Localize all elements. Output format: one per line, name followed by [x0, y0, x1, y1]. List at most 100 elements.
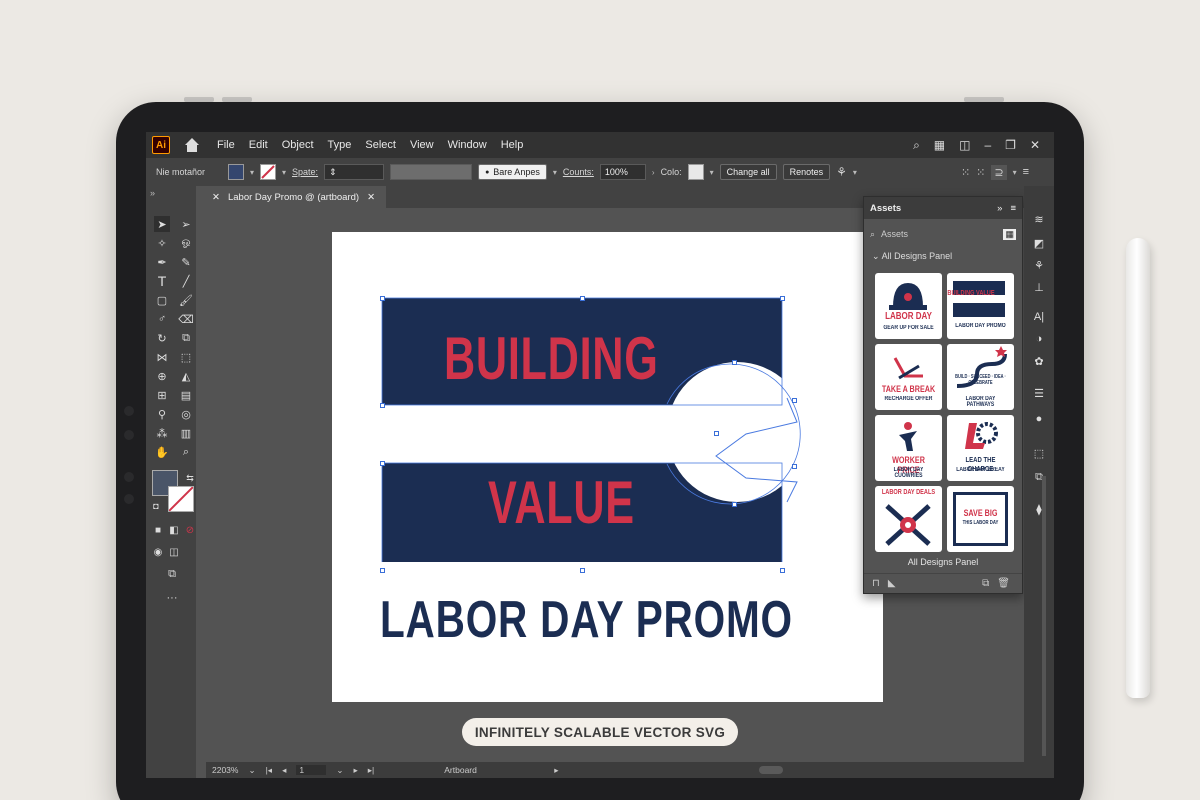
align-panel-icon[interactable]: ⊥: [1032, 280, 1046, 294]
collapse-panel-icon[interactable]: »: [150, 188, 155, 198]
pen-tool-icon[interactable]: ✒: [154, 254, 170, 270]
perspective-grid-tool-icon[interactable]: ◭: [178, 368, 194, 384]
menu-view[interactable]: View: [403, 139, 441, 151]
restore-icon[interactable]: ❐: [1005, 138, 1016, 152]
chevron-down-icon[interactable]: ▾: [853, 168, 857, 177]
rotate-tool-icon[interactable]: ↻: [154, 330, 170, 346]
edit-toolbar-icon[interactable]: ···: [164, 590, 180, 606]
opacity-field[interactable]: 100%: [599, 164, 646, 180]
asset-thumbnail[interactable]: WORKER PRICE LABOR DAY CUOWRIES: [875, 415, 942, 481]
anchor-point[interactable]: [792, 464, 797, 469]
type-tool-icon[interactable]: T: [154, 273, 170, 289]
rectangle-tool-icon[interactable]: ▢: [154, 292, 170, 308]
stroke-weight-field[interactable]: ⇕: [324, 164, 385, 180]
symbol-sprayer-tool-icon[interactable]: ⁂: [154, 425, 170, 441]
layers-icon[interactable]: ≋: [1032, 212, 1046, 226]
magic-wand-tool-icon[interactable]: ✧: [154, 235, 170, 251]
panel-menu-icon[interactable]: ≡: [1010, 203, 1016, 214]
gradient-mode-icon[interactable]: ◧: [166, 522, 182, 538]
prev-page-icon[interactable]: ◂: [282, 765, 286, 776]
default-colors-icon[interactable]: ◘: [148, 498, 164, 514]
anchor-point[interactable]: [732, 502, 737, 507]
scrollbar[interactable]: [1042, 476, 1046, 756]
close-tab-icon[interactable]: ✕: [367, 192, 375, 203]
menu-help[interactable]: Help: [494, 139, 531, 151]
panel-menu-icon[interactable]: ≡: [1023, 166, 1029, 178]
renotes-button[interactable]: Renotes: [782, 164, 831, 180]
anchor-point[interactable]: [580, 296, 585, 301]
symbols-icon[interactable]: ✿: [1032, 354, 1046, 368]
line-tool-icon[interactable]: ╱: [178, 273, 194, 289]
scale-tool-icon[interactable]: ⧉: [178, 330, 194, 346]
none-mode-icon[interactable]: ⊘: [182, 522, 198, 538]
menu-object[interactable]: Object: [275, 139, 321, 151]
eyedropper-tool-icon[interactable]: ⚲: [154, 406, 170, 422]
chevron-down-icon[interactable]: ⌄: [336, 765, 343, 776]
asset-thumbnail[interactable]: BUILD · SUCCEED · IDEA · CELEBRATE LABOR…: [947, 344, 1014, 410]
mesh-tool-icon[interactable]: ⊞: [154, 387, 170, 403]
color-swatch[interactable]: [687, 164, 704, 180]
minimize-icon[interactable]: –: [984, 138, 991, 152]
status-mode[interactable]: Artboard: [444, 765, 544, 775]
change-all-button[interactable]: Change all: [719, 164, 777, 180]
chevron-down-icon[interactable]: ⌄: [248, 765, 255, 776]
free-transform-tool-icon[interactable]: ⬚: [178, 349, 194, 365]
chevron-down-icon[interactable]: ▾: [282, 168, 286, 177]
anchor-point[interactable]: [380, 296, 385, 301]
library-icon[interactable]: ⊓: [872, 578, 880, 589]
home-icon[interactable]: [184, 138, 200, 152]
chevron-down-icon[interactable]: ▾: [710, 168, 714, 177]
draw-behind-icon[interactable]: ◫: [166, 544, 182, 560]
character-icon[interactable]: A|: [1032, 310, 1046, 324]
anchor-point[interactable]: [732, 360, 737, 365]
menu-window[interactable]: Window: [441, 139, 494, 151]
place-icon[interactable]: ◣: [888, 578, 896, 589]
transform-icon[interactable]: ⁙: [976, 166, 985, 179]
asset-thumbnail[interactable]: TAKE A BREAK RECHARGE OFFER: [875, 344, 942, 410]
asset-thumbnail[interactable]: LEAD THE CHARCE LABOR DAY BREAY: [947, 415, 1014, 481]
arrange-documents-icon[interactable]: ▦: [934, 138, 945, 152]
shape-builder-tool-icon[interactable]: ⊕: [154, 368, 170, 384]
search-icon[interactable]: ⌕: [913, 138, 920, 153]
scroll-handle[interactable]: [758, 766, 783, 774]
chevron-right-icon[interactable]: ›: [652, 168, 655, 177]
chevron-down-icon[interactable]: ▾: [250, 168, 254, 177]
chevron-down-icon[interactable]: ▾: [1013, 168, 1017, 177]
anchor-point[interactable]: [380, 461, 385, 466]
trash-icon[interactable]: 🗑: [997, 578, 1010, 589]
gradient-tool-icon[interactable]: ▤: [178, 387, 194, 403]
anchor-point[interactable]: [380, 403, 385, 408]
new-asset-icon[interactable]: ⧉: [982, 578, 989, 589]
zoom-tool-icon[interactable]: ⌕: [178, 444, 194, 460]
stroke-swatch[interactable]: [260, 164, 277, 180]
next-page-icon[interactable]: ▸: [353, 765, 357, 776]
assets-group-header[interactable]: ⌄ All Designs Panel: [864, 243, 1022, 266]
anchor-point[interactable]: [780, 568, 785, 573]
text-wrap-icon[interactable]: ⊇: [991, 164, 1007, 180]
draw-mode-icon[interactable]: ◉: [150, 544, 166, 560]
asset-thumbnail[interactable]: BUILDING VALUE LABOR DAY PROMO: [947, 273, 1014, 339]
paintbrush-tool-icon[interactable]: 🖌: [178, 292, 194, 308]
first-page-icon[interactable]: |◂: [266, 765, 272, 776]
anchor-point[interactable]: [792, 398, 797, 403]
collapse-panel-icon[interactable]: »: [997, 203, 1002, 214]
document-tab[interactable]: ✕ Labor Day Promo @ (artboard) ✕: [206, 186, 386, 208]
menu-file[interactable]: File: [210, 139, 242, 151]
artboard[interactable]: BUILDING VALUE LABOR DAY PROMO: [332, 232, 883, 702]
stroke-panel-icon[interactable]: ☰: [1032, 386, 1046, 400]
screen-mode-icon[interactable]: ⧉: [164, 566, 180, 582]
chevron-down-icon[interactable]: ▾: [553, 168, 557, 177]
shaper-tool-icon[interactable]: ♂: [154, 311, 170, 327]
anchor-point[interactable]: [380, 568, 385, 573]
close-icon[interactable]: ✕: [1030, 138, 1040, 152]
swap-colors-icon[interactable]: ⇆: [182, 470, 198, 486]
align-icon[interactable]: ⁙: [961, 166, 970, 179]
asset-thumbnail[interactable]: LABOR DAY GEAR UP FOR SALE: [875, 273, 942, 339]
appearance-icon[interactable]: ◑: [1032, 332, 1046, 346]
menu-edit[interactable]: Edit: [242, 139, 275, 151]
last-page-icon[interactable]: ▸|: [368, 765, 374, 776]
page-number[interactable]: 1: [296, 765, 327, 775]
curvature-tool-icon[interactable]: ✎: [178, 254, 194, 270]
blend-tool-icon[interactable]: ◎: [178, 406, 194, 422]
close-tab-icon[interactable]: ✕: [212, 192, 220, 203]
